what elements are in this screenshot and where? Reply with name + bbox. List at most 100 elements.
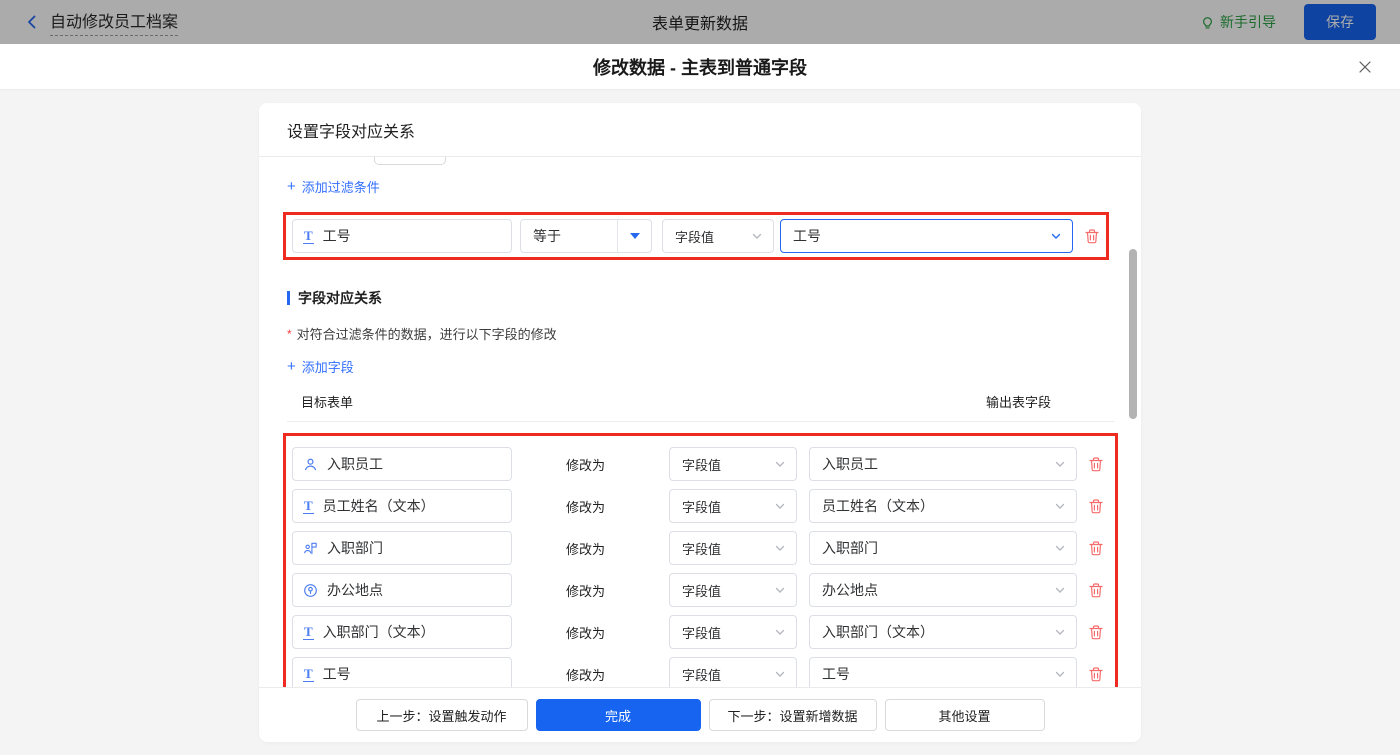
trash-icon (1088, 540, 1104, 556)
chevron-down-icon (774, 542, 786, 554)
target-field[interactable]: T 工号 (292, 657, 512, 687)
topbar-actions: 新手引导 保存 (1200, 4, 1376, 40)
value-type-select[interactable]: 字段值 (669, 615, 797, 649)
output-field-value: 员工姓名（文本） (822, 496, 934, 516)
delete-row-button[interactable] (1088, 582, 1104, 598)
output-field-select[interactable]: 入职部门（文本） (809, 615, 1077, 649)
divider (287, 421, 1115, 422)
mapping-row: T 工号 修改为 字段值 工号 (292, 657, 1115, 687)
delete-filter-button[interactable] (1084, 228, 1100, 244)
guide-label: 新手引导 (1220, 12, 1276, 32)
chevron-down-icon (1054, 668, 1066, 680)
value-type-value: 字段值 (675, 227, 714, 246)
section-title: 字段对应关系 (298, 288, 382, 308)
trash-icon (1088, 582, 1104, 598)
output-field-select[interactable]: 工号 (809, 657, 1077, 687)
chevron-down-icon (774, 500, 786, 512)
text-icon: T (303, 625, 314, 640)
prev-step-button[interactable]: 上一步：设置触发动作 (356, 699, 528, 731)
target-field[interactable]: 办公地点 (292, 573, 512, 607)
trash-icon (1088, 456, 1104, 472)
dropdown-arrow-zone[interactable] (617, 220, 651, 252)
modal-title: 修改数据 - 主表到普通字段 (593, 54, 807, 80)
output-field-select[interactable]: 入职员工 (809, 447, 1077, 481)
chevron-down-icon (1054, 458, 1066, 470)
delete-row-button[interactable] (1088, 624, 1104, 640)
user-icon (303, 457, 318, 472)
modify-label: 修改为 (566, 539, 611, 558)
target-field-label: 入职部门 (327, 538, 383, 558)
card-title: 设置字段对应关系 (259, 103, 1141, 157)
delete-row-button[interactable] (1088, 540, 1104, 556)
output-field-value: 入职部门 (822, 538, 878, 558)
target-field-label: 入职部门（文本） (323, 622, 435, 642)
delete-row-button[interactable] (1088, 456, 1104, 472)
modify-label: 修改为 (566, 581, 611, 600)
add-field-link[interactable]: + 添加字段 (287, 357, 354, 376)
output-field-value: 办公地点 (822, 580, 878, 600)
mapping-row: 办公地点 修改为 字段值 办公地点 (292, 573, 1115, 607)
next-step-button[interactable]: 下一步：设置新增数据 (709, 699, 877, 731)
modify-label: 修改为 (566, 455, 611, 474)
save-button[interactable]: 保存 (1304, 4, 1376, 40)
trash-icon (1084, 228, 1100, 244)
chevron-down-icon (774, 668, 786, 680)
output-field-value: 入职部门（文本） (822, 622, 934, 642)
output-field-select[interactable]: 办公地点 (809, 573, 1077, 607)
text-icon: T (303, 499, 314, 514)
chevron-down-icon (1054, 500, 1066, 512)
value-type-select[interactable]: 字段值 (669, 531, 797, 565)
value-type-value: 字段值 (682, 497, 721, 516)
beginner-guide-link[interactable]: 新手引导 (1200, 12, 1276, 32)
target-field[interactable]: T 员工姓名（文本） (292, 489, 512, 523)
chevron-down-icon (1050, 230, 1062, 242)
modify-label: 修改为 (566, 665, 611, 684)
operator-select[interactable]: 等于 (520, 219, 652, 253)
department-icon (303, 541, 318, 556)
target-field[interactable]: 入职部门 (292, 531, 512, 565)
modify-label: 修改为 (566, 497, 611, 516)
value-type-select[interactable]: 字段值 (662, 219, 774, 253)
value-type-select[interactable]: 字段值 (669, 573, 797, 607)
mapping-row: T 员工姓名（文本） 修改为 字段值 员工姓名（文本） (292, 489, 1115, 523)
value-type-value: 字段值 (682, 581, 721, 600)
scrollbar-thumb[interactable] (1129, 249, 1137, 419)
chevron-down-icon (1054, 626, 1066, 638)
value-type-select[interactable]: 字段值 (669, 447, 797, 481)
delete-row-button[interactable] (1088, 498, 1104, 514)
settings-card: 设置字段对应关系 + 添加过滤条件 T 工号 等于 (259, 103, 1141, 742)
target-field[interactable]: 入职员工 (292, 447, 512, 481)
add-filter-link[interactable]: + 添加过滤条件 (287, 177, 380, 196)
output-field-select[interactable]: 员工姓名（文本） (809, 489, 1077, 523)
mapping-row: T 入职部门（文本） 修改为 字段值 入职部门（文本） (292, 615, 1115, 649)
delete-row-button[interactable] (1088, 666, 1104, 682)
filter-field[interactable]: T 工号 (292, 219, 512, 253)
filter-value-field-select[interactable]: 工号 (780, 219, 1073, 253)
value-type-value: 字段值 (682, 623, 721, 642)
mapping-row: 入职部门 修改为 字段值 入职部门 (292, 531, 1115, 565)
triangle-down-icon (630, 232, 640, 240)
page-title: 表单更新数据 (0, 10, 1400, 34)
other-settings-button[interactable]: 其他设置 (885, 699, 1045, 731)
plus-icon: + (287, 179, 296, 194)
target-field-label: 工号 (323, 664, 351, 684)
target-field-label: 员工姓名（文本） (323, 496, 435, 516)
text-icon: T (303, 229, 314, 244)
lightbulb-icon (1200, 15, 1215, 30)
operator-value: 等于 (521, 226, 561, 246)
done-button[interactable]: 完成 (536, 699, 701, 731)
value-type-select[interactable]: 字段值 (669, 489, 797, 523)
value-type-select[interactable]: 字段值 (669, 657, 797, 687)
output-field-value: 工号 (822, 664, 850, 684)
value-type-value: 字段值 (682, 539, 721, 558)
filter-value-field: 工号 (793, 226, 821, 246)
target-field[interactable]: T 入职部门（文本） (292, 615, 512, 649)
chevron-down-icon (1054, 584, 1066, 596)
add-field-label: 添加字段 (302, 357, 354, 376)
target-field-label: 办公地点 (327, 580, 383, 600)
close-button[interactable] (1356, 58, 1374, 76)
plus-icon: + (287, 359, 296, 374)
output-field-column: 输出表字段 (986, 392, 1051, 411)
column-headers: 目标表单 输出表字段 (301, 392, 1141, 411)
output-field-select[interactable]: 入职部门 (809, 531, 1077, 565)
